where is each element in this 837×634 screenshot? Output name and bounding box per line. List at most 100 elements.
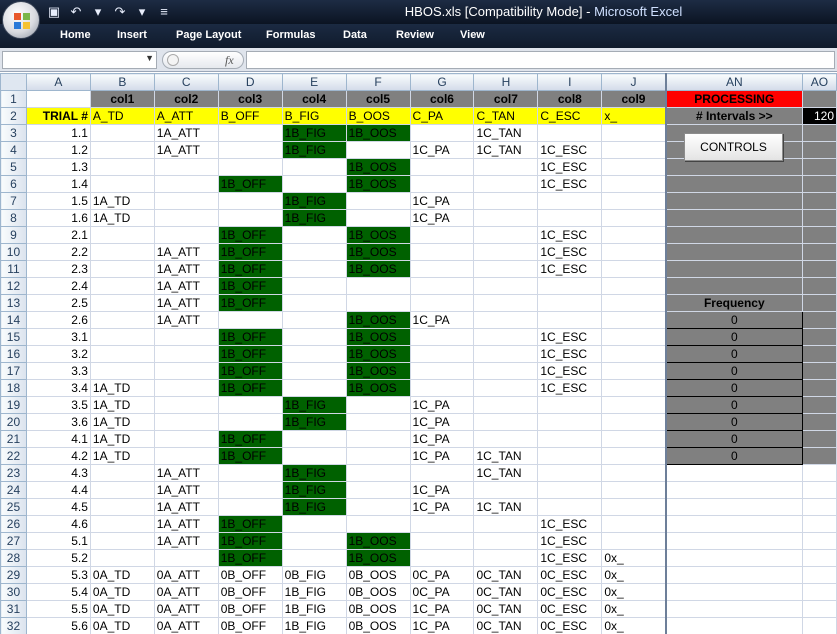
cell[interactable]: 1B_OFF <box>217 430 283 448</box>
cell[interactable]: 1C_ESC <box>537 345 603 363</box>
cell[interactable]: 1B_OOS <box>345 379 411 397</box>
cell[interactable] <box>409 549 475 567</box>
cell[interactable] <box>409 464 475 482</box>
column-header-f[interactable]: F <box>345 73 411 91</box>
cell[interactable] <box>345 515 411 533</box>
cell[interactable] <box>217 481 283 499</box>
cell[interactable]: x_ <box>601 107 667 125</box>
cell[interactable] <box>153 430 219 448</box>
cell[interactable]: 1B_FIG <box>281 464 347 482</box>
trial-cell[interactable]: 1.5 <box>25 192 91 210</box>
row-header[interactable]: 20 <box>0 413 27 431</box>
cell[interactable]: col8 <box>537 90 603 108</box>
column-header-e[interactable]: E <box>281 73 347 91</box>
cell[interactable] <box>409 362 475 380</box>
cell[interactable]: 1C_PA <box>409 498 475 516</box>
cell[interactable] <box>281 362 347 380</box>
cell[interactable] <box>281 243 347 261</box>
cell[interactable] <box>153 396 219 414</box>
cell[interactable] <box>664 175 803 193</box>
cell[interactable]: 1B_FIG <box>281 413 347 431</box>
cell[interactable]: C_TAN <box>473 107 539 125</box>
cell[interactable]: 1B_FIG <box>281 600 347 618</box>
trial-cell[interactable]: 5.1 <box>25 532 91 550</box>
cell[interactable] <box>601 311 667 329</box>
cell[interactable] <box>217 396 283 414</box>
trial-cell[interactable]: 4.6 <box>25 515 91 533</box>
cell[interactable] <box>473 260 539 278</box>
cell[interactable]: B_OFF <box>217 107 283 125</box>
row-header[interactable]: 30 <box>0 583 27 601</box>
cell[interactable]: 1C_ESC <box>537 260 603 278</box>
frequency-cell[interactable]: 0 <box>664 396 803 414</box>
row-header[interactable]: 22 <box>0 447 27 465</box>
cell[interactable]: 1B_FIG <box>281 481 347 499</box>
cell[interactable]: 0A_ATT <box>153 566 219 584</box>
cell[interactable]: 1C_TAN <box>473 498 539 516</box>
cell[interactable]: 0A_TD <box>89 617 155 634</box>
cell[interactable] <box>801 430 837 448</box>
trial-cell[interactable]: 2.6 <box>25 311 91 329</box>
cell[interactable]: col3 <box>217 90 283 108</box>
row-header[interactable]: 32 <box>0 617 27 634</box>
cell[interactable]: 1B_FIG <box>281 498 347 516</box>
cell[interactable]: 1B_OOS <box>345 345 411 363</box>
row-header[interactable]: 10 <box>0 243 27 261</box>
cell[interactable]: 1A_ATT <box>153 124 219 142</box>
tab-insert[interactable]: Insert <box>117 29 147 41</box>
trial-cell[interactable]: 1.4 <box>25 175 91 193</box>
cell[interactable]: 1C_PA <box>409 600 475 618</box>
cell[interactable] <box>537 464 603 482</box>
cell[interactable]: 1B_FIG <box>281 141 347 159</box>
cell[interactable]: 0B_FIG <box>281 566 347 584</box>
row-header[interactable]: 31 <box>0 600 27 618</box>
cell[interactable] <box>801 566 837 584</box>
cell[interactable] <box>89 328 155 346</box>
cell[interactable] <box>409 175 475 193</box>
cell[interactable]: 1C_ESC <box>537 362 603 380</box>
cell[interactable] <box>281 277 347 295</box>
cell[interactable]: 1B_OFF <box>217 294 283 312</box>
cell[interactable]: 1B_OFF <box>217 447 283 465</box>
cell[interactable] <box>153 226 219 244</box>
cell[interactable]: 0B_OFF <box>217 566 283 584</box>
cell[interactable] <box>153 413 219 431</box>
cell[interactable] <box>601 294 667 312</box>
cell[interactable]: 1B_FIG <box>281 617 347 634</box>
cell[interactable] <box>89 481 155 499</box>
cell[interactable] <box>801 345 837 363</box>
cell[interactable] <box>281 345 347 363</box>
cell[interactable]: 0C_ESC <box>537 617 603 634</box>
cell[interactable]: 0C_PA <box>409 566 475 584</box>
cell[interactable] <box>601 141 667 159</box>
cell[interactable] <box>89 141 155 159</box>
cell[interactable]: 1C_ESC <box>537 549 603 567</box>
cell[interactable]: 1B_FIG <box>281 583 347 601</box>
cell[interactable] <box>801 311 837 329</box>
cell[interactable]: col5 <box>345 90 411 108</box>
cell[interactable]: 0x_ <box>601 566 667 584</box>
cell[interactable] <box>153 209 219 227</box>
cell[interactable]: 1B_FIG <box>281 124 347 142</box>
cell[interactable]: 1B_OOS <box>345 175 411 193</box>
cell[interactable] <box>801 396 837 414</box>
cell[interactable] <box>537 124 603 142</box>
cell[interactable] <box>153 549 219 567</box>
column-header-g[interactable]: G <box>409 73 475 91</box>
column-header-an[interactable]: AN <box>664 73 803 91</box>
cell[interactable] <box>473 243 539 261</box>
cell[interactable]: 1B_OFF <box>217 277 283 295</box>
cell[interactable] <box>601 447 667 465</box>
cell[interactable] <box>473 515 539 533</box>
cell[interactable]: 1B_OFF <box>217 379 283 397</box>
cell[interactable] <box>601 175 667 193</box>
cell[interactable]: 1B_OOS <box>345 311 411 329</box>
cell[interactable] <box>664 192 803 210</box>
row-header[interactable]: 25 <box>0 498 27 516</box>
cell[interactable] <box>473 549 539 567</box>
cell[interactable] <box>801 277 837 295</box>
cell[interactable] <box>664 583 803 601</box>
cell[interactable]: 0A_ATT <box>153 600 219 618</box>
formula-handle-icon[interactable] <box>167 54 179 66</box>
cell[interactable] <box>601 413 667 431</box>
